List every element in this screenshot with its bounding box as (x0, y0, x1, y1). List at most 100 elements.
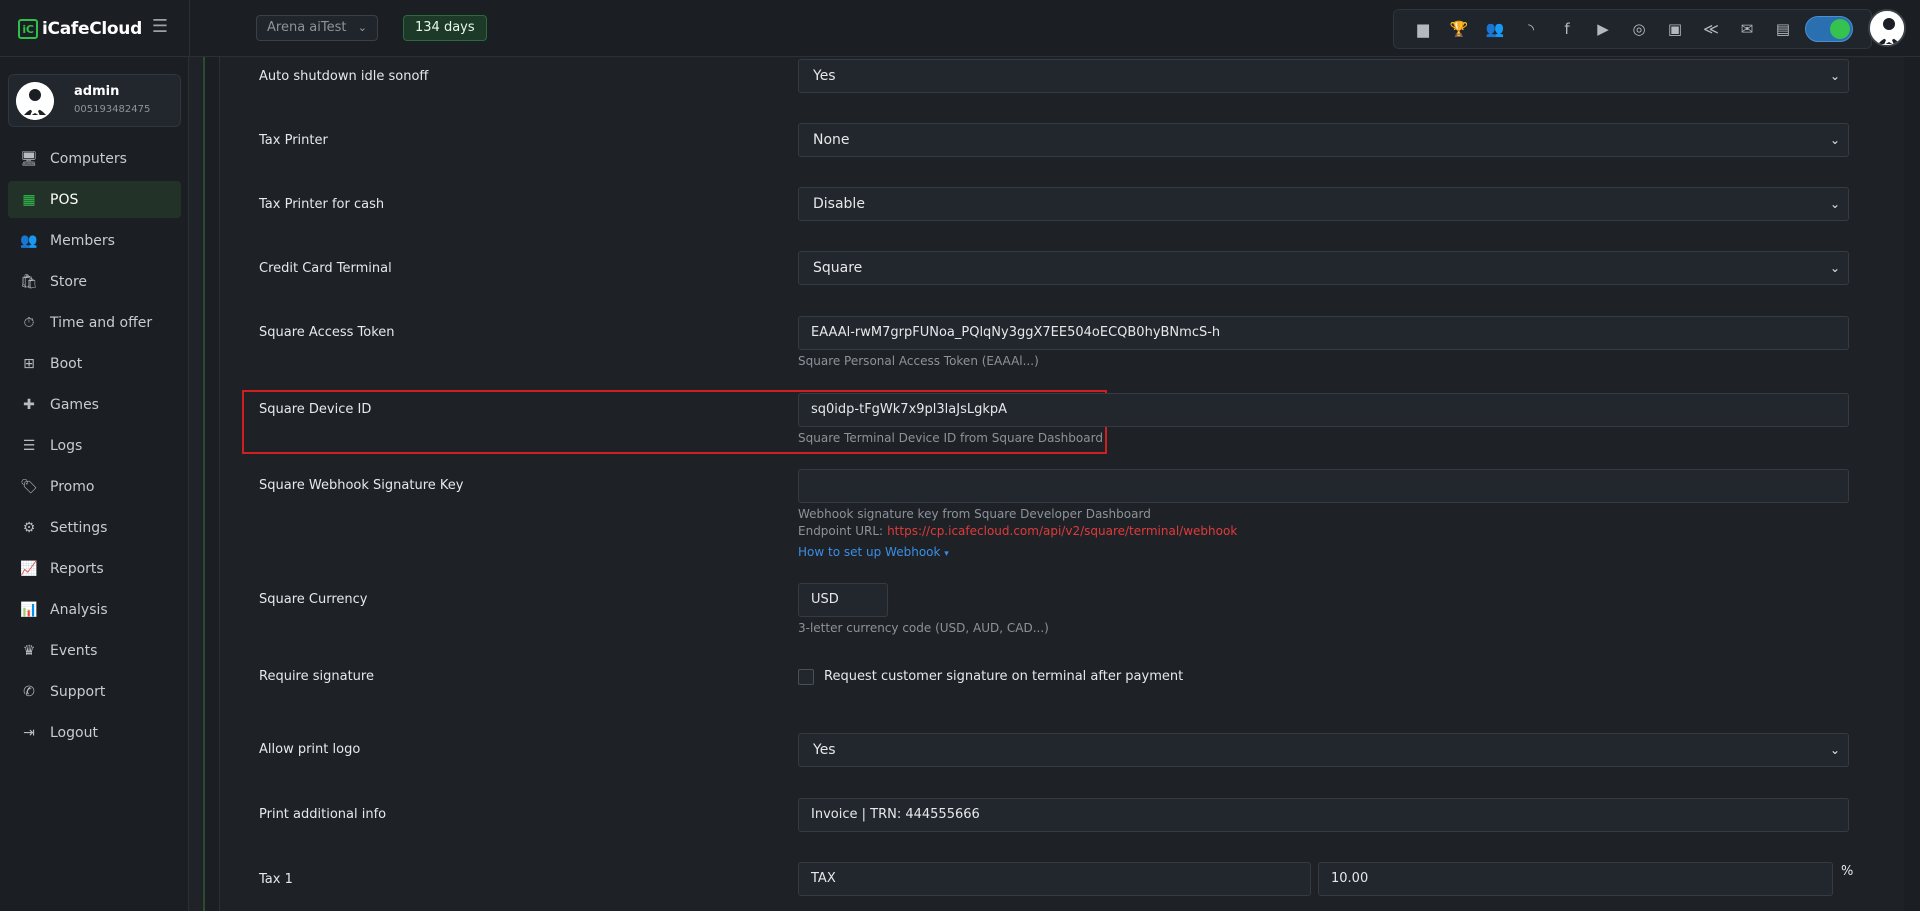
avatar[interactable] (1868, 9, 1906, 47)
phone-icon: ✆ (23, 683, 35, 700)
content-gutter (189, 57, 204, 911)
chevron-down-icon: ⌄ (1829, 133, 1840, 147)
sidebar-nav: 🖥 Computers ▦ POS 👥 Members 🛍 Store ⏱ Ti… (8, 140, 181, 755)
webhook-setup-link[interactable]: How to set up Webhook ▾ (798, 545, 949, 559)
auto-shutdown-select[interactable]: Yes ⌄ (798, 59, 1849, 93)
tax-printer-cash-value: Disable (813, 196, 865, 212)
credit-card-terminal-label: Credit Card Terminal (259, 261, 392, 276)
facebook-icon[interactable]: f (1549, 17, 1585, 41)
sidebar-item-label: Promo (50, 478, 95, 495)
sidebar-item-label: Analysis (50, 601, 108, 618)
tax-printer-label: Tax Printer (259, 133, 328, 148)
square-webhook-key-input[interactable] (798, 469, 1849, 503)
youtube-icon[interactable]: ▶ (1585, 17, 1621, 41)
square-webhook-key-label: Square Webhook Signature Key (259, 478, 464, 493)
require-signature-checkbox[interactable] (798, 669, 814, 685)
chevron-down-icon: ⌄ (1829, 197, 1840, 211)
tax1-name-input[interactable]: TAX (798, 862, 1311, 896)
members-icon: 👥 (20, 232, 38, 249)
user-card[interactable]: admin 005193482475 (8, 74, 181, 127)
endpoint-url-link[interactable]: https://cp.icafecloud.com/api/v2/square/… (887, 524, 1237, 538)
sidebar-item-time-and-offer[interactable]: ⏱ Time and offer (8, 304, 181, 341)
sidebar-item-support[interactable]: ✆ Support (8, 673, 181, 710)
sidebar-item-reports[interactable]: 📈 Reports (8, 550, 181, 587)
app-logo[interactable]: iC iCafeCloud (18, 18, 142, 40)
print-additional-info-input[interactable]: Invoice | TRN: 444555666 (798, 798, 1849, 832)
require-signature-checkbox-label[interactable]: Request customer signature on terminal a… (824, 669, 1183, 684)
sidebar-item-label: Settings (50, 519, 108, 536)
topbar-icon-strip: ▆ 🏆 👥 ◝ f ▶ ◎ ▣ ≪ ✉ ▤ (1393, 9, 1872, 49)
sidebar-item-logs[interactable]: ☰ Logs (8, 427, 181, 464)
square-currency-input[interactable]: USD (798, 583, 888, 617)
tax-printer-cash-label: Tax Printer for cash (259, 197, 385, 212)
chat-icon[interactable]: ▤ (1765, 17, 1801, 41)
square-device-id-input[interactable]: sq0idp-tFgWk7x9pl3laJsLgkpA (798, 393, 1849, 427)
sidebar-item-promo[interactable]: 🏷 Promo (8, 468, 181, 505)
square-currency-label: Square Currency (259, 592, 368, 607)
list-icon: ☰ (22, 437, 36, 454)
sidebar-item-games[interactable]: ✚ Games (8, 386, 181, 423)
sidebar-item-pos[interactable]: ▦ POS (8, 181, 181, 218)
area-chart-icon: 📊 (20, 601, 38, 618)
sidebar-item-boot[interactable]: ⊞ Boot (8, 345, 181, 382)
print-additional-info-label: Print additional info (259, 807, 387, 822)
webhook-setup-label: How to set up Webhook (798, 545, 941, 559)
sidebar-item-label: Logout (50, 724, 98, 741)
sidebar: admin 005193482475 🖥 Computers ▦ POS 👥 M… (0, 57, 189, 911)
mail-icon[interactable]: ✉ (1729, 17, 1765, 41)
allow-print-logo-select[interactable]: Yes ⌄ (798, 733, 1849, 767)
allow-print-logo-label: Allow print logo (259, 742, 361, 757)
tax-printer-select[interactable]: None ⌄ (798, 123, 1849, 157)
sidebar-item-label: Reports (50, 560, 104, 577)
square-access-token-input[interactable]: EAAAl-rwM7grpFUNoa_PQlqNy3ggX7EE504oECQB… (798, 316, 1849, 350)
sidebar-item-label: Boot (50, 355, 83, 372)
chevron-down-icon: ⌄ (1829, 261, 1840, 275)
globe-icon[interactable]: ◎ (1621, 17, 1657, 41)
rss-icon[interactable]: ◝ (1513, 17, 1549, 41)
tax-printer-cash-select[interactable]: Disable ⌄ (798, 187, 1849, 221)
trophy-icon[interactable]: 🏆 (1441, 17, 1477, 41)
days-remaining-badge: 134 days (403, 15, 487, 41)
sidebar-item-computers[interactable]: 🖥 Computers (8, 140, 181, 177)
sidebar-item-logout[interactable]: ⇥ Logout (8, 714, 181, 751)
sidebar-item-members[interactable]: 👥 Members (8, 222, 181, 259)
logo-text: iCafeCloud (42, 19, 142, 39)
gear-icon: ⚙ (22, 519, 36, 536)
bag-icon: 🛍 (20, 273, 38, 290)
square-webhook-key-help: Webhook signature key from Square Develo… (798, 507, 1151, 521)
allow-print-logo-value: Yes (813, 742, 836, 758)
hamburger-menu-icon[interactable]: ☰ (150, 17, 170, 37)
sidebar-item-analysis[interactable]: 📊 Analysis (8, 591, 181, 628)
endpoint-url-label: Endpoint URL: (798, 524, 884, 538)
sidebar-item-store[interactable]: 🛍 Store (8, 263, 181, 300)
shop-select[interactable]: Arena aiTest ⌄ (256, 15, 378, 41)
chevron-down-icon: ⌄ (357, 21, 367, 34)
icafe-icon[interactable]: ▣ (1657, 17, 1693, 41)
sidebar-item-settings[interactable]: ⚙ Settings (8, 509, 181, 546)
tax1-rate-input[interactable]: 10.00 (1318, 862, 1833, 896)
user-id: 005193482475 (74, 104, 151, 115)
sidebar-item-label: Computers (50, 150, 127, 167)
endpoint-url-line: Endpoint URL: https://cp.icafecloud.com/a… (798, 524, 1237, 538)
sidebar-item-label: Store (50, 273, 88, 290)
users-icon[interactable]: 👥 (1477, 17, 1513, 41)
sidebar-item-events[interactable]: ♛ Events (8, 632, 181, 669)
square-access-token-help: Square Personal Access Token (EAAAl...) (798, 354, 1039, 368)
content-gutter-accent (203, 57, 205, 911)
credit-card-terminal-value: Square (813, 260, 863, 276)
tax1-label: Tax 1 (259, 872, 293, 887)
caret-down-icon: ▾ (944, 549, 949, 559)
chevron-down-icon: ⌄ (1829, 69, 1840, 83)
sidebar-item-label: Logs (50, 437, 83, 454)
square-currency-help: 3-letter currency code (USD, AUD, CAD...… (798, 621, 1049, 635)
sidebar-item-label: Events (50, 642, 98, 659)
avatar (16, 82, 54, 120)
ranking-icon[interactable]: ▆ (1405, 17, 1441, 41)
square-device-id-label: Square Device ID (259, 402, 372, 417)
radar-icon[interactable]: ≪ (1693, 17, 1729, 41)
credit-card-terminal-select[interactable]: Square ⌄ (798, 251, 1849, 285)
sidebar-item-label: Time and offer (50, 314, 153, 331)
theme-toggle[interactable] (1805, 16, 1853, 42)
tag-icon: 🏷 (20, 478, 38, 495)
line-chart-icon: 📈 (20, 560, 38, 577)
